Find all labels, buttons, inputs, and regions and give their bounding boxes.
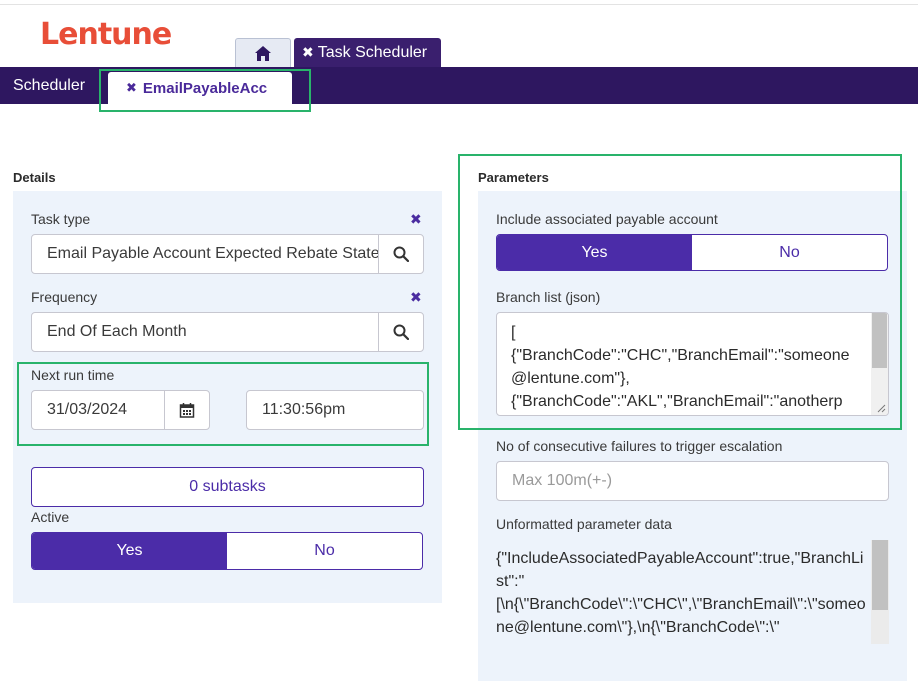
raw-data-box: {"IncludeAssociatedPayableAccount":true,… bbox=[496, 540, 889, 644]
tab-task-scheduler[interactable]: ✖ Task Scheduler bbox=[294, 38, 441, 67]
tab-task-scheduler-label: Task Scheduler bbox=[317, 43, 428, 61]
active-label: Active bbox=[31, 509, 70, 525]
subtasks-button[interactable]: 0 subtasks bbox=[31, 467, 424, 507]
clear-icon[interactable]: ✖ bbox=[410, 211, 422, 228]
clear-icon[interactable]: ✖ bbox=[410, 289, 422, 306]
highlight-subtab bbox=[99, 69, 311, 112]
task-type-input[interactable]: Email Payable Account Expected Rebate St… bbox=[31, 234, 380, 274]
frequency-input[interactable]: End Of Each Month bbox=[31, 312, 380, 352]
active-no-option[interactable]: No bbox=[227, 533, 422, 569]
scrollbar-thumb[interactable] bbox=[872, 540, 888, 610]
search-icon bbox=[393, 324, 409, 340]
frequency-label: Frequency bbox=[31, 289, 98, 305]
raw-data-scrollbar[interactable] bbox=[871, 540, 889, 644]
task-type-search-button[interactable] bbox=[378, 234, 424, 274]
task-type-label: Task type bbox=[31, 211, 91, 227]
frequency-search-button[interactable] bbox=[378, 312, 424, 352]
failures-input[interactable]: Max 100m(+-) bbox=[496, 461, 889, 501]
active-yes-option[interactable]: Yes bbox=[32, 533, 227, 569]
highlight-next-run-time bbox=[17, 362, 429, 446]
lentune-logo: Lentune bbox=[40, 17, 172, 52]
top-divider bbox=[0, 4, 918, 5]
raw-data-text: {"IncludeAssociatedPayableAccount":true,… bbox=[496, 550, 866, 636]
home-icon bbox=[255, 45, 271, 61]
close-icon[interactable]: ✖ bbox=[302, 44, 314, 61]
raw-data-label: Unformatted parameter data bbox=[496, 516, 672, 532]
details-title: Details bbox=[13, 170, 56, 185]
active-toggle[interactable]: Yes No bbox=[31, 532, 423, 570]
highlight-parameters bbox=[458, 154, 902, 430]
search-icon bbox=[393, 246, 409, 262]
home-tab[interactable] bbox=[235, 38, 291, 67]
failures-label: No of consecutive failures to trigger es… bbox=[496, 438, 783, 454]
nav-scheduler-link[interactable]: Scheduler bbox=[13, 77, 85, 95]
